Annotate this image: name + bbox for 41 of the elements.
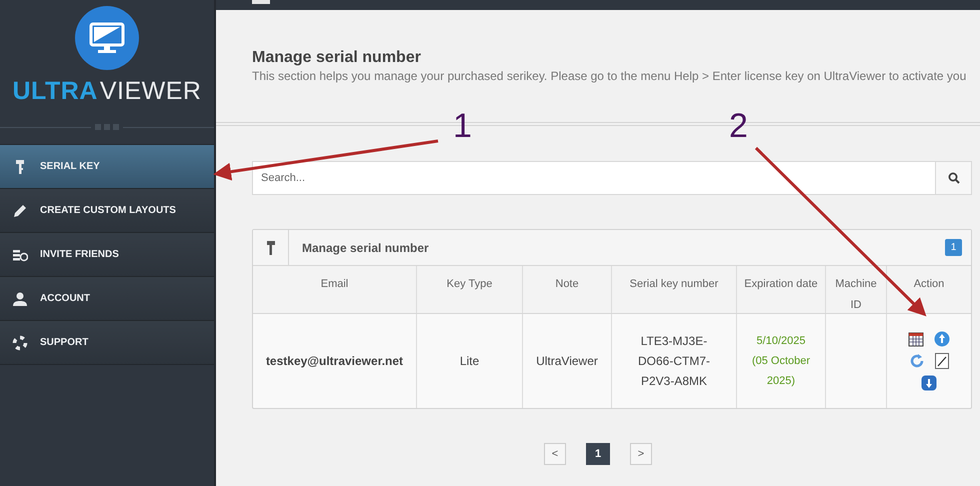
refresh-icon[interactable]: [909, 353, 925, 369]
upload-icon[interactable]: [934, 331, 950, 347]
page-description: This section helps you manage your purchased serikey. Please go to the menu Help > Enter license key on UltraViewer to activate you: [252, 68, 968, 84]
table-cell-text: UltraViewer: [536, 353, 598, 370]
search-icon: [948, 172, 960, 184]
table-cell-text: LTE3-MJ3E-DO66-CTM7-P2V3-A8MK: [636, 333, 711, 390]
column-header: Machine ID: [834, 277, 878, 313]
pencil-icon: [12, 202, 28, 218]
column-header: Email: [320, 277, 348, 292]
sidebar-item[interactable]: INVITE FRIENDS: [0, 233, 214, 277]
edit-icon[interactable]: [935, 353, 949, 369]
divider-ornament: [95, 124, 119, 130]
download-icon[interactable]: [921, 375, 937, 391]
annotation-number: 2: [729, 106, 748, 146]
sidebar-item[interactable]: SUPPORT: [0, 321, 214, 365]
column-header: Expiration date: [744, 277, 818, 292]
logo-text: ULTRAVIEWER: [12, 76, 202, 106]
next-page-button[interactable]: >: [630, 443, 652, 465]
table-cell-text: Lite: [460, 353, 480, 370]
column-header: Note: [555, 277, 579, 292]
sidebar-item[interactable]: CREATE CUSTOM LAYOUTS: [0, 189, 214, 233]
user-icon: [12, 290, 28, 306]
page-title: Manage serial number: [252, 48, 422, 68]
sidebar-item[interactable]: ACCOUNT: [0, 277, 214, 321]
count-badge: 1: [945, 239, 962, 256]
expiration-date-long: (05 October 2025): [750, 354, 812, 389]
table-cell-text: testkey@ultraviewer.net: [266, 353, 404, 370]
search-field[interactable]: Search...: [252, 161, 936, 195]
column-header: Serial key number: [630, 277, 718, 292]
panel-title: Manage serial number: [302, 240, 430, 256]
expiration-date: 5/10/2025: [756, 334, 806, 349]
page-button[interactable]: 1: [586, 443, 610, 465]
previous-page-button[interactable]: <: [544, 443, 566, 465]
search-button[interactable]: [936, 161, 972, 195]
annotation-number: 1: [453, 106, 472, 146]
column-header: Key Type: [446, 277, 492, 292]
key-icon: [266, 240, 276, 254]
lifebuoy-icon: [12, 334, 28, 350]
sidebar-item[interactable]: SERIAL KEY: [0, 145, 214, 189]
calendar-icon[interactable]: [908, 331, 924, 347]
column-header: Action: [914, 277, 944, 292]
